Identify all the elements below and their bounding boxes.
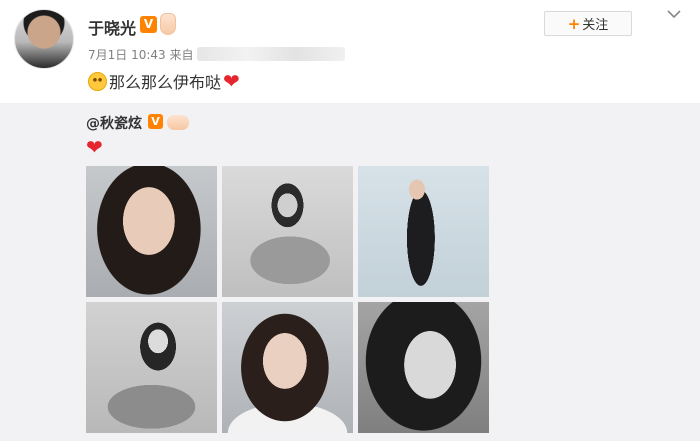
- heart-emoji-icon: ❤: [223, 69, 240, 93]
- post-time[interactable]: 10:43: [131, 48, 166, 62]
- photo-thumbnail-4[interactable]: [86, 302, 217, 433]
- photo-thumbnail-2[interactable]: [222, 166, 353, 297]
- follow-button[interactable]: + 关注: [544, 11, 632, 36]
- reposted-verified-badge-icon: V: [148, 114, 163, 129]
- verified-badge-icon: V: [140, 16, 157, 33]
- post-content: 那么那么伊布哒 ❤: [88, 69, 240, 93]
- weibo-post: 于晓光 V 7月1日 10:43 来自 那么那么伊布哒 ❤ + 关注 @秋瓷炫 …: [0, 0, 700, 441]
- member-level-icon[interactable]: [160, 13, 176, 35]
- post-date[interactable]: 7月1日: [88, 48, 127, 62]
- blurred-source: [196, 47, 345, 61]
- photo-thumbnail-6[interactable]: [358, 302, 489, 433]
- follow-label: 关注: [582, 18, 609, 33]
- photo-thumbnail-5[interactable]: [222, 302, 353, 433]
- reposted-content: @秋瓷炫 V ❤: [0, 103, 700, 441]
- photo-thumbnail-1[interactable]: [86, 166, 217, 297]
- post-meta: 7月1日 10:43 来自: [88, 46, 345, 63]
- post-text: 那么那么伊布哒: [109, 73, 222, 92]
- hug-emoji-icon: [88, 71, 107, 91]
- reposted-heart-emoji-icon: ❤: [86, 135, 103, 159]
- chevron-down-icon[interactable]: [666, 8, 682, 22]
- post-source-prefix: 来自: [169, 48, 194, 62]
- reposted-member-level-icon[interactable]: [167, 115, 189, 130]
- photo-grid: [86, 166, 489, 433]
- reposted-author-link[interactable]: @秋瓷炫: [86, 113, 142, 133]
- photo-thumbnail-3[interactable]: [358, 166, 489, 297]
- plus-icon: +: [567, 14, 581, 33]
- author-name[interactable]: 于晓光: [88, 15, 136, 39]
- author-avatar[interactable]: [14, 9, 74, 69]
